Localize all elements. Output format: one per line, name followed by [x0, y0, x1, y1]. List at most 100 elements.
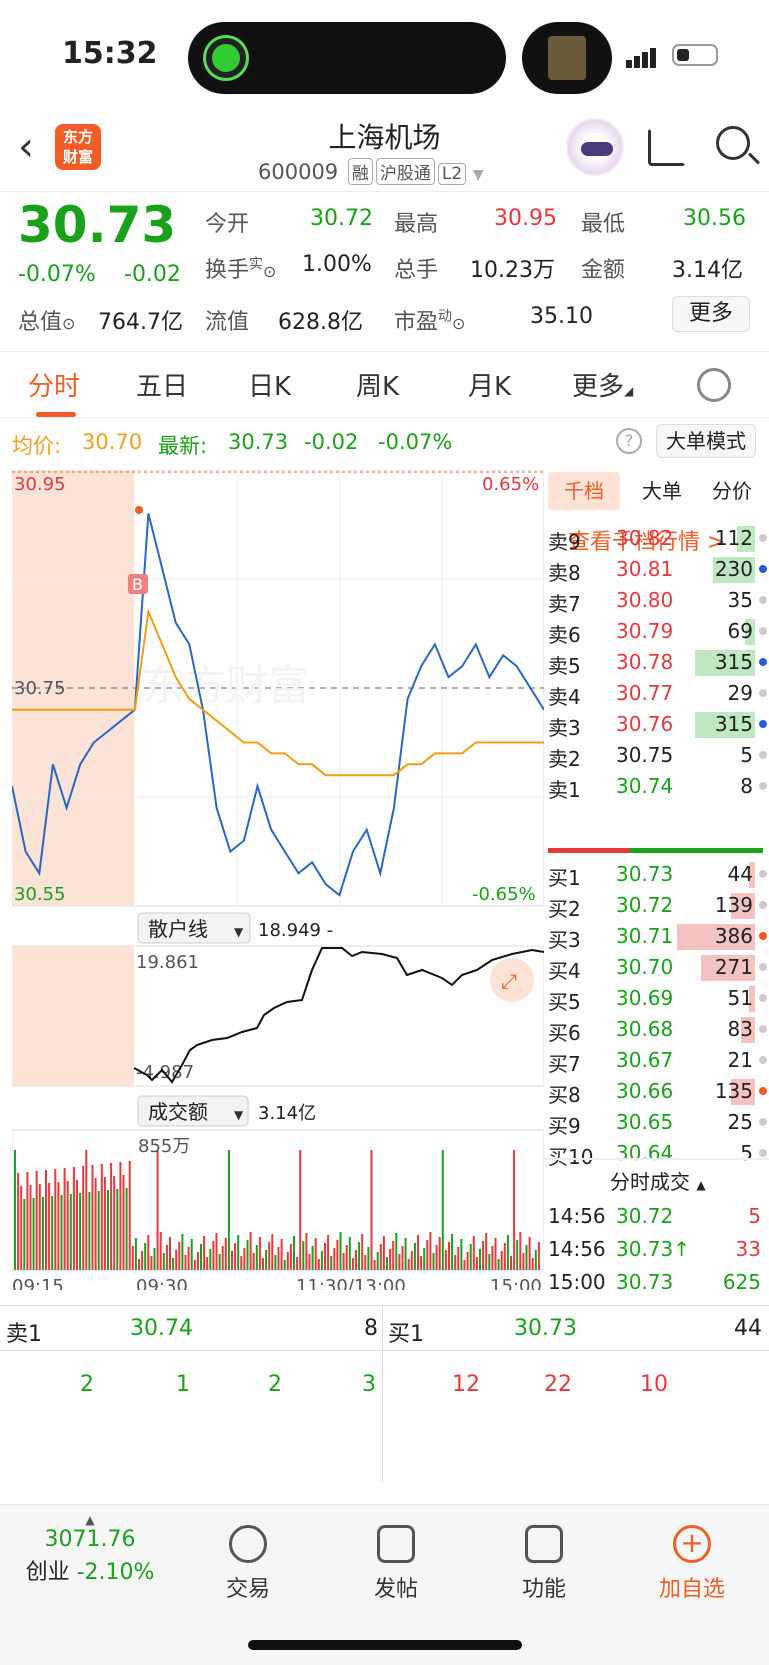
- thumbnail-icon: [548, 36, 586, 80]
- volume-bar: [410, 1251, 413, 1270]
- order-queue: 2 1 2 3 12 22 10: [0, 1352, 769, 1487]
- volume-bar: [134, 1238, 137, 1270]
- volume-bar: [234, 1243, 237, 1270]
- volume-bar: [398, 1254, 401, 1270]
- volume-bar: [336, 1240, 339, 1270]
- volume-bar: [500, 1251, 503, 1270]
- volume-bar: [206, 1257, 209, 1270]
- ask-row[interactable]: 卖6 30.79 69: [544, 617, 769, 648]
- queue-left-3: 3: [362, 1372, 376, 1397]
- bid-row[interactable]: 买4 30.70 271: [544, 953, 769, 984]
- intraday-chart[interactable]: 东方财富 B 30.95 0.65% 30.75 30.55 -0.65% 散户…: [11, 469, 545, 1297]
- amount-label: 金额: [581, 258, 626, 283]
- volume-bar: [454, 1255, 457, 1270]
- volume-bar: [417, 1235, 419, 1270]
- volume-bar: [103, 1177, 106, 1270]
- volume-bar: [165, 1245, 168, 1270]
- bid-row[interactable]: 买7 30.67 21: [544, 1046, 769, 1077]
- index-ticker[interactable]: ▲ 3071.76 创业 -2.10%: [20, 1513, 160, 1586]
- volume-bar: [237, 1235, 240, 1270]
- volume-bar: [69, 1194, 72, 1270]
- ask-row[interactable]: 卖7 30.80 35: [544, 586, 769, 617]
- volume-bar: [100, 1164, 103, 1270]
- gear-icon[interactable]: [697, 368, 731, 402]
- bid-row[interactable]: 买2 30.72 139: [544, 891, 769, 922]
- bid-row[interactable]: 买6 30.68 83: [544, 1015, 769, 1046]
- tab-weekly-k[interactable]: 周K: [356, 366, 399, 403]
- tab-monthly-k[interactable]: 月K: [468, 366, 511, 403]
- ask-row[interactable]: 卖4 30.77 29: [544, 679, 769, 710]
- tab-daily-k[interactable]: 日K: [248, 366, 291, 403]
- volume-bar: [361, 1234, 364, 1270]
- nav-functions[interactable]: 功能: [494, 1525, 594, 1603]
- tab-more[interactable]: 更多◢: [572, 366, 633, 403]
- latest-change: -0.02: [304, 430, 359, 454]
- bid-row[interactable]: 买9 30.65 25: [544, 1108, 769, 1139]
- tab-big-orders[interactable]: 大单: [632, 472, 692, 510]
- tick-time: 14:56: [548, 1204, 606, 1228]
- ask-row[interactable]: 卖5 30.78 315: [544, 648, 769, 679]
- level-label: 买4: [548, 959, 581, 983]
- tab-depth[interactable]: 千档: [548, 472, 620, 510]
- edit-icon: [377, 1525, 415, 1563]
- volume-bar: [215, 1233, 218, 1270]
- buy1-vol: 44: [734, 1316, 762, 1341]
- volume-bar: [358, 1242, 361, 1270]
- volume-bar: [243, 1248, 246, 1270]
- volume-bar: [537, 1242, 540, 1270]
- volume-bar: [392, 1241, 395, 1270]
- volume-bar: [475, 1257, 478, 1270]
- tab-five-day[interactable]: 五日: [136, 366, 188, 403]
- nav-post[interactable]: 发帖: [346, 1525, 446, 1603]
- tab-intraday[interactable]: 分时: [28, 366, 80, 417]
- volume-bar: [14, 1150, 16, 1270]
- volume-bar: [330, 1256, 333, 1270]
- big-order-mode-button[interactable]: 大单模式: [656, 424, 756, 458]
- more-button[interactable]: 更多: [672, 296, 750, 332]
- ai-assistant-icon[interactable]: [566, 118, 624, 176]
- level-price: 30.73: [616, 862, 674, 886]
- ask-row[interactable]: 卖2 30.75 5: [544, 741, 769, 772]
- volume-bar: [246, 1240, 249, 1270]
- volume-bar: [320, 1251, 323, 1270]
- caret-up-icon: ▲: [85, 1513, 95, 1527]
- bid-row[interactable]: 买1 30.73 44: [544, 860, 769, 891]
- volume-bar: [401, 1246, 404, 1270]
- tick-volume: 5: [748, 1204, 761, 1228]
- bid-row[interactable]: 买3 30.71 386: [544, 922, 769, 953]
- volume-bar: [457, 1247, 460, 1270]
- ask-row[interactable]: 卖9 30.82 112: [544, 524, 769, 555]
- volume-bar: [63, 1168, 66, 1270]
- volume-bar: [26, 1172, 29, 1270]
- ask-row[interactable]: 卖3 30.76 315: [544, 710, 769, 741]
- volume-bar: [302, 1241, 305, 1270]
- level-label: 卖8: [548, 561, 581, 585]
- index-pct: -2.10%: [76, 1560, 155, 1585]
- bid-row[interactable]: 买5 30.69 51: [544, 984, 769, 1015]
- volume-bar: [48, 1183, 51, 1270]
- share-icon[interactable]: [648, 128, 686, 166]
- ask-row[interactable]: 卖8 30.81 230: [544, 555, 769, 586]
- volume-bar: [94, 1178, 97, 1270]
- nav-add-watchlist[interactable]: + 加自选: [642, 1525, 742, 1603]
- level-price: 30.80: [616, 588, 674, 612]
- ticks-title[interactable]: 分时成交 ▲: [610, 1166, 706, 1195]
- level-price: 30.76: [616, 712, 674, 736]
- volume-bar: [221, 1246, 224, 1270]
- time-label-close: 15:00: [490, 1276, 542, 1290]
- latest-pct: -0.07%: [378, 430, 453, 454]
- level-price: 30.82: [616, 526, 674, 550]
- stock-code-row[interactable]: 600009 融沪股通 L2 ▼: [258, 158, 484, 185]
- help-icon[interactable]: ?: [616, 428, 642, 454]
- volume-bar: [327, 1235, 330, 1270]
- search-icon[interactable]: [716, 126, 750, 160]
- nav-trade[interactable]: 交易: [198, 1525, 298, 1603]
- volume-bar: [258, 1237, 261, 1270]
- volume-bar: [488, 1254, 491, 1270]
- volume-bar: [178, 1242, 181, 1270]
- ask-row[interactable]: 卖1 30.74 8: [544, 772, 769, 803]
- level-price: 30.77: [616, 681, 674, 705]
- tab-price-dist[interactable]: 分价: [702, 472, 762, 510]
- bid-row[interactable]: 买8 30.66 135: [544, 1077, 769, 1108]
- level-price: 30.67: [616, 1048, 674, 1072]
